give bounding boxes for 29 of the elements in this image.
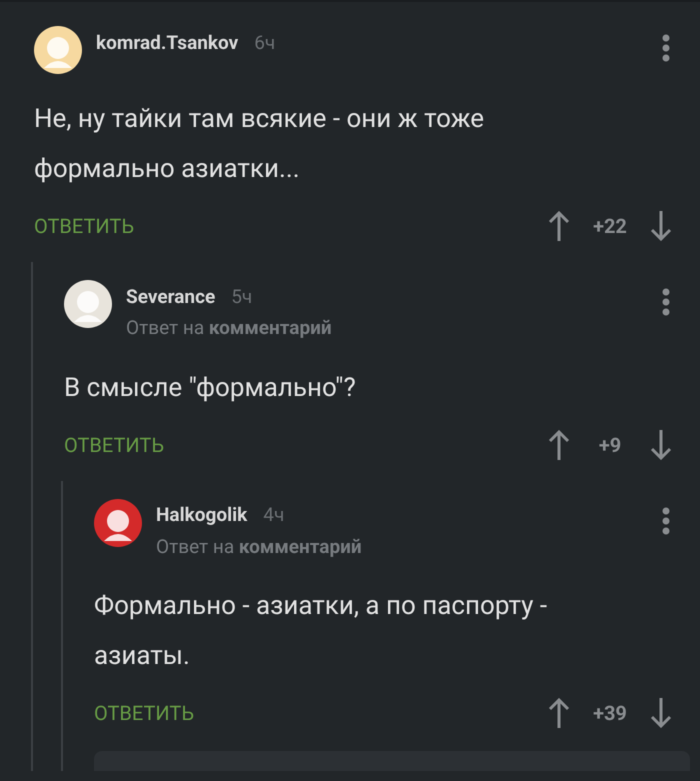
author-name[interactable]: Severance bbox=[126, 282, 216, 312]
reply-to-link[interactable]: Ответ на комментарий bbox=[126, 314, 662, 342]
avatar-icon[interactable] bbox=[34, 26, 82, 74]
upvote-arrow-icon[interactable] bbox=[548, 697, 570, 729]
more-icon[interactable] bbox=[662, 34, 670, 62]
rating-count: +39 bbox=[592, 700, 628, 727]
comment-time: 6ч bbox=[254, 30, 276, 56]
author-name[interactable]: komrad.Tsankov bbox=[96, 28, 238, 58]
reply-button[interactable]: ОТВЕТИТЬ bbox=[94, 698, 194, 728]
avatar-icon[interactable] bbox=[64, 280, 112, 328]
comment-time: 4ч bbox=[263, 502, 284, 528]
reply-button[interactable]: ОТВЕТИТЬ bbox=[64, 430, 164, 460]
comment-text: Не, ну тайки там всякие - они ж тоже формально азиатки... bbox=[34, 103, 486, 186]
rating-count: +9 bbox=[598, 432, 622, 458]
comment-text: Формально - азиатки, а по паспорту - азиаты. bbox=[94, 590, 548, 673]
reply-button[interactable]: ОТВЕТИТЬ bbox=[34, 211, 134, 241]
downvote-arrow-icon[interactable] bbox=[650, 210, 672, 242]
avatar-icon[interactable] bbox=[94, 498, 142, 546]
rating-count: +22 bbox=[592, 213, 628, 240]
comment-text: В смысле "формально"? bbox=[64, 372, 357, 404]
more-icon[interactable] bbox=[662, 506, 670, 534]
comment-time: 5ч bbox=[231, 284, 252, 310]
downvote-arrow-icon[interactable] bbox=[650, 428, 672, 460]
reply-to-link[interactable]: Ответ на комментарий bbox=[156, 532, 662, 561]
more-icon[interactable] bbox=[662, 288, 670, 316]
upvote-arrow-icon[interactable] bbox=[548, 428, 570, 460]
upvote-arrow-icon[interactable] bbox=[548, 210, 570, 242]
downvote-arrow-icon[interactable] bbox=[650, 697, 672, 729]
author-name[interactable]: Halkogolik bbox=[156, 501, 248, 530]
